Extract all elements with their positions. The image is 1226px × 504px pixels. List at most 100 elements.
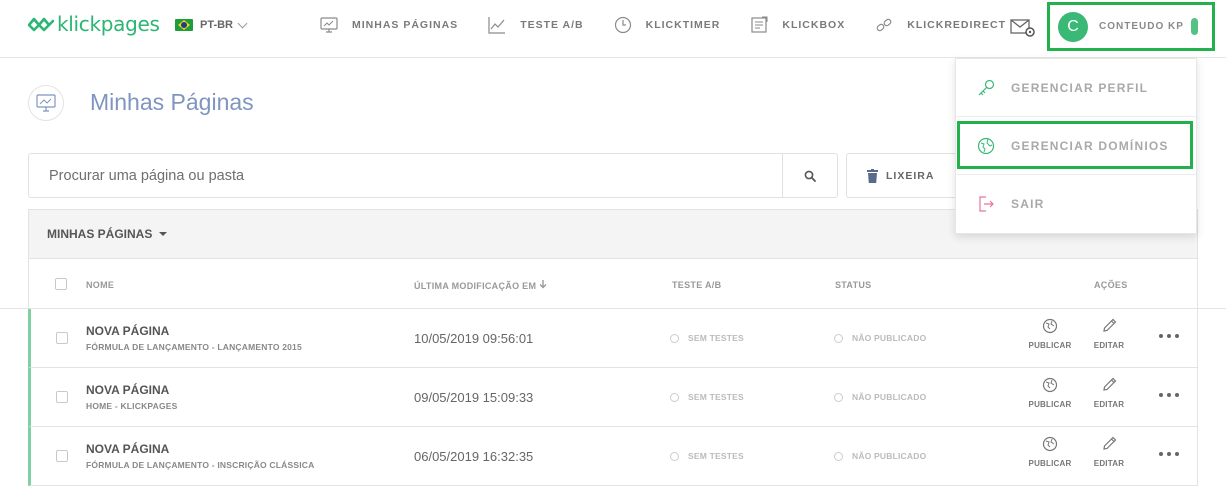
top-bar: klickpages PT-BR MINHAS PÁGINAS TESTE A/… — [0, 0, 1226, 58]
table-row[interactable]: NOVA PÁGINA FÓRMULA DE LANÇAMENTO - INSC… — [28, 427, 1198, 486]
menu-item-gerenciar-perfil[interactable]: GERENCIAR PERFIL — [956, 59, 1196, 117]
pencil-icon — [1103, 377, 1117, 391]
sort-down-icon — [539, 280, 547, 289]
clock-icon — [614, 16, 631, 34]
ab-status-label: SEM TESTES — [688, 451, 744, 461]
nav-label: KLICKTIMER — [645, 19, 721, 31]
folder-label: MINHAS PÁGINAS — [47, 227, 153, 241]
nav-label: MINHAS PÁGINAS — [352, 19, 459, 31]
language-label: PT-BR — [200, 19, 233, 31]
status-dot-icon — [834, 451, 843, 461]
edit-label: EDITAR — [1093, 400, 1125, 409]
publish-button[interactable]: PUBLICAR — [1028, 318, 1072, 350]
row-checkbox[interactable] — [56, 391, 68, 403]
key-icon — [978, 79, 995, 95]
column-modified-label: ÚLTIMA MODIFICAÇÃO EM — [414, 281, 537, 291]
search-button[interactable] — [782, 154, 837, 197]
column-status: STATUS — [835, 280, 872, 290]
edit-label: EDITAR — [1093, 459, 1125, 468]
search-icon — [804, 170, 816, 182]
brazil-flag-icon — [175, 19, 193, 31]
more-options-icon[interactable] — [1158, 392, 1180, 398]
publish-status: NÃO PUBLICADO — [834, 333, 926, 343]
exit-icon — [979, 196, 994, 212]
publish-status-label: NÃO PUBLICADO — [852, 333, 927, 343]
status-dot-icon — [834, 333, 843, 343]
search-input[interactable] — [29, 154, 782, 197]
user-menu-button[interactable]: C CONTEUDO KP — [1047, 2, 1215, 51]
publish-status-label: NÃO PUBLICADO — [852, 392, 927, 402]
table-row[interactable]: NOVA PÁGINA FÓRMULA DE LANÇAMENTO - LANÇ… — [28, 309, 1198, 368]
more-options-icon[interactable] — [1158, 333, 1180, 339]
avatar: C — [1058, 11, 1088, 42]
row-checkbox[interactable] — [56, 450, 68, 462]
status-dot-icon — [670, 333, 679, 343]
box-icon — [751, 16, 768, 33]
menu-item-label: GERENCIAR PERFIL — [1011, 80, 1149, 95]
publish-button[interactable]: PUBLICAR — [1028, 436, 1072, 468]
language-selector[interactable]: PT-BR — [175, 18, 248, 31]
column-actions: AÇÕES — [1094, 280, 1128, 290]
pencil-icon — [1103, 436, 1117, 450]
page-monitor-icon — [28, 85, 64, 121]
publish-status-label: NÃO PUBLICADO — [852, 451, 927, 461]
edit-label: EDITAR — [1093, 341, 1125, 350]
page-name[interactable]: NOVA PÁGINA — [86, 383, 169, 397]
caret-down-icon — [159, 232, 168, 236]
column-ab: TESTE A/B — [672, 280, 722, 290]
globe-icon — [1042, 377, 1058, 393]
column-modified[interactable]: ÚLTIMA MODIFICAÇÃO EM — [414, 280, 547, 291]
edit-button[interactable]: EDITAR — [1087, 318, 1131, 350]
nav-item-klickbox[interactable]: KLICKBOX — [750, 16, 845, 34]
page-subtitle: HOME - KLICKPAGES — [86, 401, 178, 411]
nav-item-teste-ab[interactable]: TESTE A/B — [488, 16, 583, 34]
user-name: CONTEUDO KP — [1099, 21, 1184, 32]
globe-icon — [1042, 318, 1058, 334]
edit-button[interactable]: EDITAR — [1087, 377, 1131, 409]
trash-label: LIXEIRA — [886, 169, 935, 182]
ab-status-label: SEM TESTES — [688, 333, 744, 343]
publish-label: PUBLICAR — [1028, 400, 1072, 409]
status-dot-icon — [670, 451, 679, 461]
publish-status: NÃO PUBLICADO — [834, 451, 926, 461]
row-checkbox[interactable] — [56, 332, 68, 344]
status-dot-icon — [834, 392, 843, 402]
chevron-down-icon — [237, 18, 248, 28]
nav-item-klicktimer[interactable]: KLICKTIMER — [614, 16, 721, 34]
link-icon — [876, 18, 892, 32]
modified-date: 06/05/2019 16:32:35 — [414, 449, 534, 464]
search-bar — [28, 153, 838, 198]
publish-status: NÃO PUBLICADO — [834, 392, 926, 402]
table-row[interactable]: NOVA PÁGINA HOME - KLICKPAGES 09/05/2019… — [28, 368, 1198, 427]
pencil-icon — [1103, 318, 1117, 332]
trash-button[interactable]: LIXEIRA — [846, 153, 966, 198]
page-name[interactable]: NOVA PÁGINA — [86, 324, 169, 338]
status-dot-icon — [670, 392, 679, 402]
chart-icon — [488, 17, 506, 34]
menu-item-gerenciar-dominios[interactable]: GERENCIAR DOMÍNIOS — [956, 117, 1196, 175]
ab-status: SEM TESTES — [670, 333, 744, 343]
nav-item-minhas-paginas[interactable]: MINHAS PÁGINAS — [320, 16, 458, 34]
publish-label: PUBLICAR — [1028, 341, 1072, 350]
globe-icon — [1042, 436, 1058, 452]
nav-item-klickredirect[interactable]: KLICKREDIRECT — [875, 16, 1006, 34]
menu-item-sair[interactable]: SAIR — [956, 175, 1196, 233]
page-name[interactable]: NOVA PÁGINA — [86, 442, 169, 456]
edit-button[interactable]: EDITAR — [1087, 436, 1131, 468]
page-title: Minhas Páginas — [90, 89, 254, 115]
table-header: NOME ÚLTIMA MODIFICAÇÃO EM TESTE A/B STA… — [28, 259, 1198, 309]
globe-icon — [977, 137, 995, 154]
ab-status: SEM TESTES — [670, 392, 744, 402]
publish-label: PUBLICAR — [1028, 459, 1072, 468]
publish-button[interactable]: PUBLICAR — [1028, 377, 1072, 409]
trash-icon — [867, 168, 878, 183]
mail-settings-icon[interactable] — [1010, 16, 1036, 38]
column-name: NOME — [86, 280, 115, 290]
monitor-icon — [36, 94, 56, 112]
modified-date: 09/05/2019 15:09:33 — [414, 390, 534, 405]
menu-item-label: SAIR — [1011, 197, 1045, 211]
select-all-checkbox[interactable] — [55, 278, 67, 290]
more-options-icon[interactable] — [1158, 451, 1180, 457]
logo-icon — [28, 17, 54, 32]
klickpages-logo[interactable]: klickpages — [28, 12, 160, 36]
